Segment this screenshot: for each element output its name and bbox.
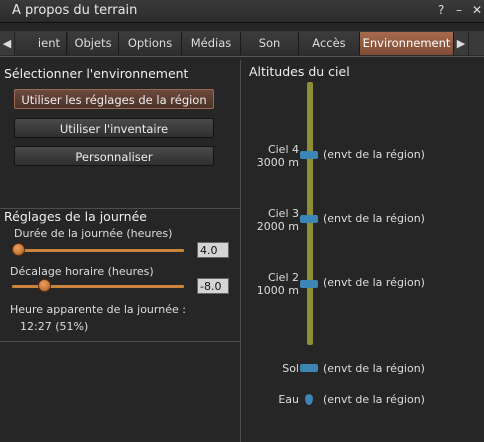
tab-objects[interactable]: Objets <box>68 32 119 55</box>
tab-scroll-right-icon[interactable]: ▶ <box>454 32 469 55</box>
water-env: (envt de la région) <box>323 393 425 406</box>
tab-access[interactable]: Accès <box>299 32 360 55</box>
sky4-marker[interactable] <box>300 151 318 159</box>
day-settings-title: Réglages de la journée <box>4 209 147 224</box>
apparent-time-label: Heure apparente de la journée : <box>10 303 186 316</box>
sky2-marker[interactable] <box>300 280 318 288</box>
sky3-env: (envt de la région) <box>323 212 425 225</box>
tab-general[interactable]: ient <box>15 32 67 55</box>
day-length-label: Durée de la journée (heures) <box>14 227 173 240</box>
day-length-slider[interactable] <box>12 249 184 252</box>
sky4-env: (envt de la région) <box>323 148 425 161</box>
sky2-altitude: 1000 m <box>256 284 299 297</box>
help-icon[interactable]: ? <box>438 3 444 17</box>
altitude-stem <box>307 82 313 345</box>
apparent-time-value: 12:27 (51%) <box>20 320 89 333</box>
water-drop-icon[interactable] <box>305 394 313 405</box>
use-inventory-button[interactable]: Utiliser l'inventaire <box>14 118 214 138</box>
title-bar[interactable]: A propos du terrain ? – ✕ <box>0 0 484 23</box>
minimize-icon[interactable]: – <box>456 3 462 17</box>
window-title: A propos du terrain <box>12 3 138 18</box>
water-name: Eau <box>278 393 299 406</box>
tab-scroll-left-icon[interactable]: ◀ <box>0 32 15 55</box>
about-land-window: A propos du terrain ? – ✕ ◀ ient Objets … <box>0 0 484 442</box>
ground-env: (envt de la région) <box>323 362 425 375</box>
offset-slider-knob[interactable] <box>37 279 51 292</box>
ground-name: Sol <box>282 362 299 375</box>
day-length-field[interactable]: 4.0 <box>197 242 229 258</box>
sky4-altitude: 3000 m <box>256 156 299 169</box>
day-length-slider-knob[interactable] <box>12 243 25 256</box>
use-region-settings-button[interactable]: Utiliser les réglages de la région <box>14 89 214 109</box>
tab-options[interactable]: Options <box>119 32 182 55</box>
offset-field[interactable]: -8.0 <box>197 278 229 294</box>
sky-altitudes-title: Altitudes du ciel <box>249 64 350 79</box>
sky2-name: Ciel 2 <box>267 271 299 284</box>
sky3-name: Ciel 3 <box>267 207 299 220</box>
sky3-marker[interactable] <box>300 215 318 223</box>
tab-sound[interactable]: Son <box>241 32 299 55</box>
section-divider-bottom <box>0 341 240 342</box>
offset-label: Décalage horaire (heures) <box>10 265 154 278</box>
tab-media[interactable]: Médias <box>182 32 241 55</box>
vertical-divider <box>240 60 241 442</box>
customize-button[interactable]: Personnaliser <box>14 146 214 166</box>
tab-overflow-icon[interactable] <box>469 32 484 55</box>
env-select-title: Sélectionner l'environnement <box>4 66 189 81</box>
sky2-env: (envt de la région) <box>323 276 425 289</box>
sky4-name: Ciel 4 <box>267 143 299 156</box>
close-icon[interactable]: ✕ <box>472 3 482 17</box>
sky3-altitude: 2000 m <box>256 220 299 233</box>
tab-bar: ◀ ient Objets Options Médias Son Accès E… <box>0 31 484 57</box>
tab-environment[interactable]: Environnement <box>360 32 454 55</box>
ground-marker[interactable] <box>300 364 318 372</box>
